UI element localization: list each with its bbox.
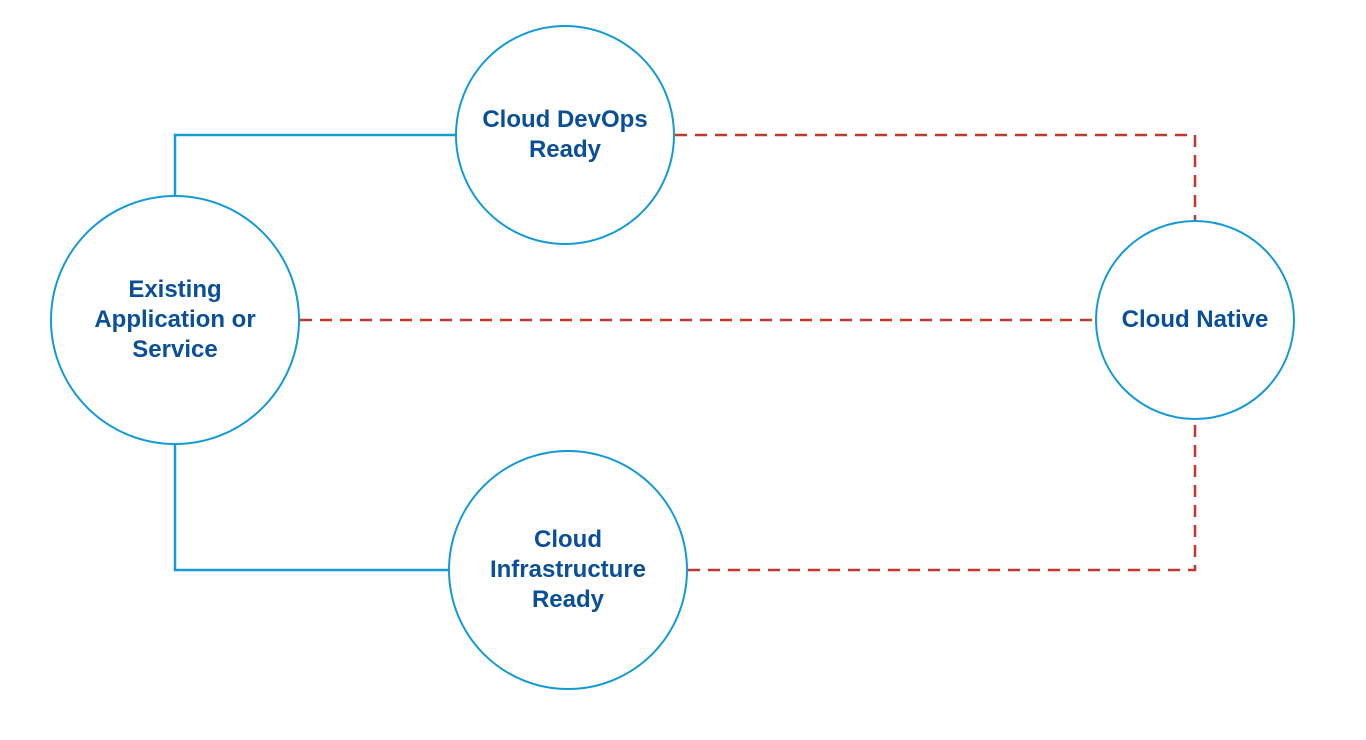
edge-top-right: [675, 135, 1195, 225]
diagram-stage: Existing Application or Service Cloud De…: [0, 0, 1366, 740]
node-cloud-native: Cloud Native: [1095, 220, 1295, 420]
node-existing-app: Existing Application or Service: [50, 195, 300, 445]
node-existing-app-label: Existing Application or Service: [52, 275, 298, 365]
node-cloud-devops-ready-label: Cloud DevOps Ready: [457, 105, 673, 165]
node-cloud-devops-ready: Cloud DevOps Ready: [455, 25, 675, 245]
node-cloud-infra-ready-label: Cloud Infrastructure Ready: [450, 525, 686, 615]
edge-bottom-right: [688, 415, 1195, 570]
edge-left-bottom: [175, 420, 450, 570]
node-cloud-infra-ready: Cloud Infrastructure Ready: [448, 450, 688, 690]
node-cloud-native-label: Cloud Native: [1112, 305, 1279, 335]
